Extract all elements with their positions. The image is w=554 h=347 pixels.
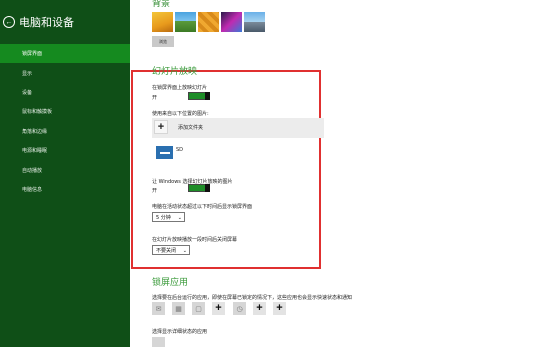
alarm-icon[interactable]: ◷ — [233, 302, 246, 315]
toggle-knob — [205, 92, 210, 100]
background-thumbnail[interactable] — [221, 12, 242, 32]
browse-button[interactable]: 浏览 — [152, 36, 174, 47]
calendar-icon[interactable]: ▦ — [172, 302, 185, 315]
background-section-title: 背景 — [152, 0, 171, 9]
mail-icon[interactable]: ✉ — [152, 302, 165, 315]
sidebar-item-power-sleep[interactable]: 电源和睡眠 — [0, 141, 130, 160]
back-button[interactable]: ← — [3, 16, 15, 28]
background-thumbnail[interactable] — [175, 12, 196, 32]
play-slideshow-label: 在锁屏界面上放映幻灯片 — [152, 85, 208, 91]
inactive-label: 电脑在活动状态超过以下时间后显示锁屏界面 — [152, 204, 253, 210]
sidebar-item-pc-info[interactable]: 电脑信息 — [0, 180, 130, 199]
sidebar-item-label: 设备 — [22, 89, 33, 96]
screen-off-value: 不要关闭 — [156, 247, 177, 254]
sidebar: ← 电脑和设备 锁屏界面 显示 设备 鼠标和触摸板 角落和边缘 电源和睡眠 自动… — [0, 0, 130, 347]
sidebar-item-lock-screen[interactable]: 锁屏界面 — [0, 44, 130, 64]
chevron-down-icon: ⌄ — [182, 248, 187, 254]
lock-apps-section-title: 锁屏应用 — [152, 278, 189, 288]
inactive-time-select[interactable]: 5 分钟 ⌄ — [152, 212, 185, 222]
sidebar-item-label: 电源和睡眠 — [22, 148, 48, 155]
windows-pick-toggle[interactable] — [188, 184, 210, 192]
sd-label: SD — [176, 147, 184, 153]
play-slideshow-state: 开 — [152, 95, 158, 101]
screen-off-select[interactable]: 不要关闭 ⌄ — [152, 245, 190, 255]
sidebar-item-mouse-touchpad[interactable]: 鼠标和触摸板 — [0, 102, 130, 121]
sidebar-item-autoplay[interactable]: 自动播放 — [0, 160, 130, 179]
sidebar-header: ← 电脑和设备 — [3, 14, 74, 30]
sidebar-item-label: 锁屏界面 — [22, 51, 43, 58]
play-slideshow-toggle[interactable] — [188, 92, 210, 100]
sidebar-item-label: 角落和边缘 — [22, 128, 48, 135]
windows-pick-state: 开 — [152, 188, 158, 194]
sidebar-item-label: 显示 — [22, 70, 33, 77]
add-app-icon[interactable]: + — [253, 302, 266, 315]
main-content: 背景 浏览 幻灯片放映 在锁屏界面上放映幻灯片 开 使用来自以下位置的图片: +… — [130, 0, 554, 347]
background-thumbnails — [152, 12, 265, 32]
detailed-status-label: 选择显示详细状态的应用 — [152, 329, 208, 335]
add-folder-button[interactable]: + 添加文件夹 — [152, 118, 324, 138]
source-label: 使用来自以下位置的图片: — [152, 111, 209, 117]
back-arrow-icon: ← — [5, 18, 13, 26]
add-app-icon[interactable]: + — [212, 302, 225, 315]
sidebar-item-label: 鼠标和触摸板 — [22, 109, 53, 116]
sd-card-icon[interactable] — [156, 146, 173, 159]
sidebar-item-display[interactable]: 显示 — [0, 63, 130, 82]
background-thumbnail[interactable] — [244, 12, 265, 32]
lock-apps-description: 选择要在后台运行的应用，即使在屏幕已锁定的情况下，这些应用也会显示快速状态和通知 — [152, 295, 353, 301]
sidebar-items: 锁屏界面 显示 设备 鼠标和触摸板 角落和边缘 电源和睡眠 自动播放 电脑信息 — [0, 44, 130, 199]
add-app-icon[interactable]: + — [273, 302, 286, 315]
detailed-status-app-icon[interactable] — [152, 337, 165, 347]
toggle-knob — [205, 184, 210, 192]
sidebar-title: 电脑和设备 — [19, 16, 74, 29]
slideshow-section-title: 幻灯片放映 — [152, 67, 198, 77]
sidebar-item-devices[interactable]: 设备 — [0, 83, 130, 102]
background-thumbnail[interactable] — [152, 12, 173, 32]
add-folder-label: 添加文件夹 — [178, 125, 204, 131]
plus-icon: + — [154, 120, 168, 134]
sidebar-item-label: 电脑信息 — [22, 186, 43, 193]
chevron-down-icon: ⌄ — [177, 215, 182, 221]
chat-icon[interactable]: ▢ — [192, 302, 205, 315]
screen-off-label: 在幻灯片放映播放一段时间后关闭屏幕 — [152, 237, 238, 243]
inactive-time-value: 5 分钟 — [156, 214, 171, 221]
sidebar-item-label: 自动播放 — [22, 167, 43, 174]
sidebar-item-corners-edges[interactable]: 角落和边缘 — [0, 122, 130, 141]
background-thumbnail[interactable] — [198, 12, 219, 32]
